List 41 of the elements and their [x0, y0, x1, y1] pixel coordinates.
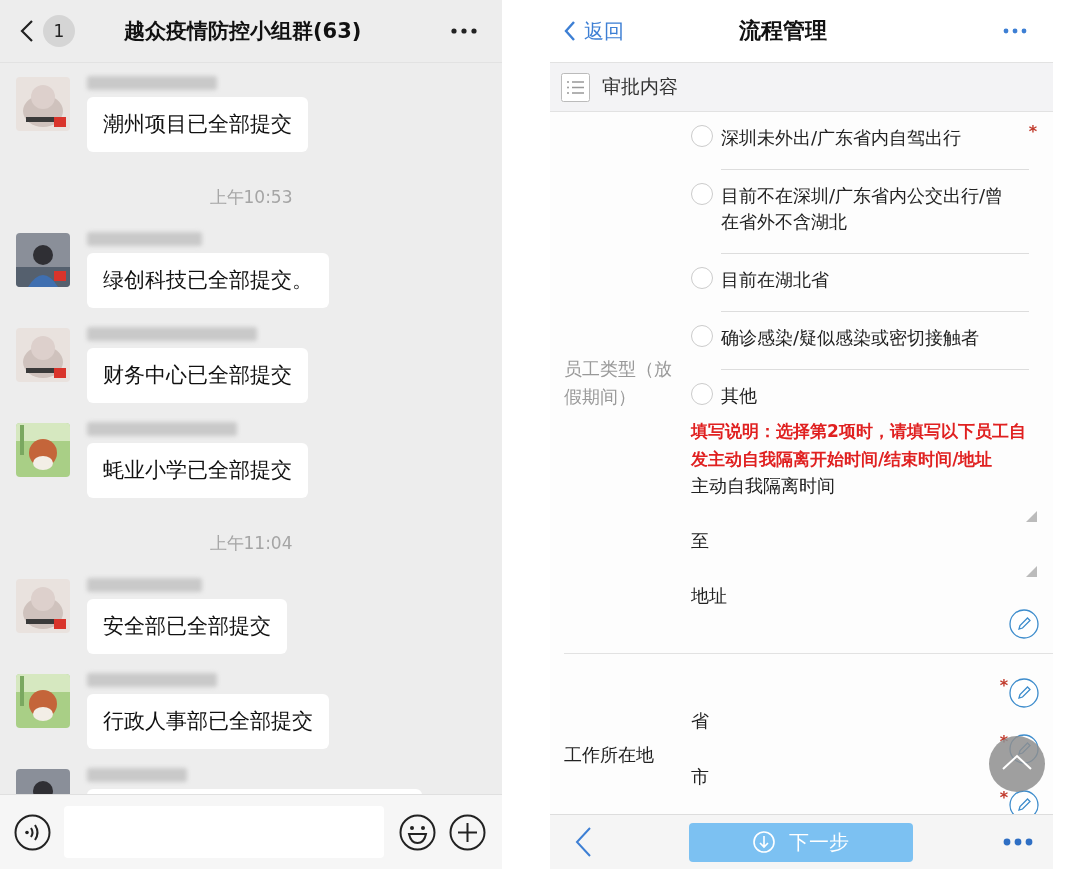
radio-option[interactable]: 确诊感染/疑似感染或密切接触者 — [691, 312, 1039, 370]
resize-icon — [1026, 511, 1037, 522]
field-label: 工作所在地 — [564, 743, 655, 767]
required-mark: * — [999, 790, 1008, 806]
field-label: 地址 — [691, 584, 728, 608]
message-bubble: 潮州项目已全部提交 — [87, 97, 308, 152]
page-title: 流程管理 — [739, 17, 827, 45]
field-label: 省 — [691, 709, 710, 733]
message-bubble: 蚝业小学已全部提交 — [87, 443, 308, 498]
required-mark: * — [1028, 124, 1037, 140]
radio-option[interactable]: 其他 — [691, 370, 1039, 413]
field-label: 至 — [691, 529, 710, 553]
field-label: 员工类型（放假期间） — [564, 356, 673, 409]
voice-icon[interactable] — [14, 813, 51, 851]
message-bubble: 行政人事部已全部提交 — [87, 694, 329, 749]
field-label: 市 — [691, 765, 710, 789]
message-bubble: 绿创科技已全部提交。 — [87, 253, 329, 308]
plus-icon[interactable] — [449, 813, 486, 851]
edit-icon[interactable] — [1009, 790, 1039, 814]
radio-option[interactable]: 目前不在深圳/广东省内公交出行/曾在省外不含湖北 — [691, 170, 1039, 254]
section-title: 审批内容 — [602, 74, 678, 99]
download-icon — [753, 831, 775, 853]
message-bubble: 安全部已全部提交 — [87, 599, 287, 654]
field-label: 主动自我隔离时间 — [691, 474, 836, 498]
resize-icon — [1026, 566, 1037, 577]
chat-title: 越众疫情防控小组群(63) — [124, 18, 362, 45]
instruction-note: 填写说明：选择第2项时，请填写以下员工自发主动自我隔离开始时间/结束时间/地址 — [691, 420, 1027, 471]
message-bubble: 财务中心已全部提交 — [87, 348, 308, 403]
more-icon[interactable] — [451, 28, 477, 34]
emoji-icon[interactable] — [399, 813, 436, 851]
edit-icon[interactable] — [1009, 609, 1039, 639]
required-mark: * — [999, 678, 1008, 694]
timestamp: 上午10:53 — [209, 187, 293, 207]
timestamp: 上午11:04 — [209, 533, 293, 553]
edit-icon[interactable] — [1009, 678, 1039, 708]
back-icon[interactable] — [20, 19, 34, 43]
unread-count: 1 — [43, 15, 75, 47]
back-link[interactable]: 返回 — [564, 17, 624, 45]
list-icon — [561, 72, 590, 102]
back-icon — [564, 20, 576, 42]
radio-option[interactable]: 目前在湖北省 — [691, 254, 1039, 312]
